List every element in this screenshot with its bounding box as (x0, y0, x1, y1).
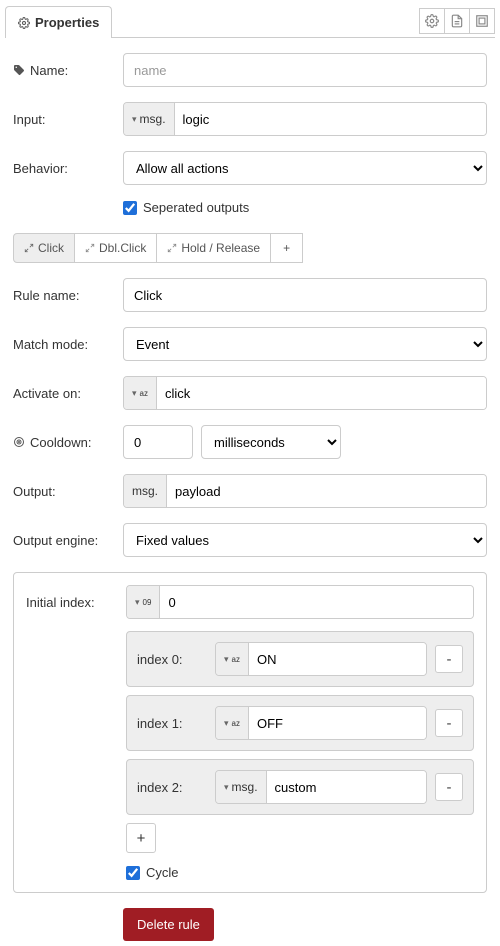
caret-down-icon: ▾ (224, 718, 229, 729)
string-type-icon: az (140, 389, 148, 398)
output-engine-select[interactable]: Fixed values (123, 523, 487, 557)
add-index-button[interactable]: + (126, 823, 156, 853)
behavior-label: Behavior: (13, 161, 123, 176)
input-value[interactable] (175, 103, 486, 135)
caret-down-icon: ▾ (132, 388, 137, 399)
string-type-icon: az (232, 719, 240, 728)
gear-icon (18, 17, 30, 29)
mode-tab-hold[interactable]: Hold / Release (156, 233, 271, 263)
initial-index-type-selector[interactable]: ▾ 09 (127, 586, 160, 618)
caret-down-icon: ▾ (135, 597, 140, 608)
expand-icon (167, 243, 177, 253)
settings-button[interactable] (419, 8, 445, 34)
input-type-selector[interactable]: ▾ msg. (124, 103, 175, 135)
remove-index-button[interactable]: - (435, 709, 463, 737)
output-label: Output: (13, 484, 123, 499)
index-type-selector[interactable]: ▾az (216, 707, 249, 739)
cooldown-unit-select[interactable]: milliseconds (201, 425, 341, 459)
cycle-checkbox[interactable] (126, 866, 140, 880)
index-value-input[interactable] (249, 643, 427, 675)
activate-on-value[interactable] (157, 377, 486, 409)
index-item: index 0: ▾az - (126, 631, 474, 687)
initial-index-value[interactable] (160, 586, 473, 618)
index-item-label: index 1: (137, 716, 207, 731)
expand-icon (24, 243, 34, 253)
rule-name-input[interactable] (123, 278, 487, 312)
layout-button[interactable] (469, 8, 495, 34)
index-value-input[interactable] (249, 707, 427, 739)
index-item: index 1: ▾az - (126, 695, 474, 751)
caret-down-icon: ▾ (132, 114, 137, 125)
delete-rule-button[interactable]: Delete rule (123, 908, 214, 941)
index-type-selector[interactable]: ▾az (216, 643, 249, 675)
caret-down-icon: ▾ (224, 782, 229, 793)
output-value[interactable] (167, 475, 486, 507)
cooldown-label: Cooldown: (13, 435, 123, 450)
input-label: Input: (13, 112, 123, 127)
number-type-icon: 09 (143, 598, 152, 607)
mode-tab-click[interactable]: Click (13, 233, 75, 263)
index-item-label: index 2: (137, 780, 207, 795)
mode-tabs: Click Dbl.Click Hold / Release + (13, 233, 487, 263)
string-type-icon: az (232, 655, 240, 664)
expand-icon (85, 243, 95, 253)
mode-tab-add[interactable]: + (270, 233, 303, 263)
remove-index-button[interactable]: - (435, 773, 463, 801)
cycle-label: Cycle (146, 865, 179, 880)
separated-outputs-checkbox[interactable] (123, 201, 137, 215)
caret-down-icon: ▾ (224, 654, 229, 665)
tab-properties[interactable]: Properties (5, 6, 112, 38)
index-item-label: index 0: (137, 652, 207, 667)
behavior-select[interactable]: Allow all actions (123, 151, 487, 185)
tab-properties-label: Properties (35, 15, 99, 30)
name-input[interactable] (123, 53, 487, 87)
separated-outputs-label: Seperated outputs (143, 200, 249, 215)
doc-button[interactable] (444, 8, 470, 34)
output-engine-label: Output engine: (13, 533, 123, 548)
index-value-input[interactable] (267, 771, 427, 803)
match-mode-select[interactable]: Event (123, 327, 487, 361)
tag-icon (13, 64, 25, 76)
rule-name-label: Rule name: (13, 288, 123, 303)
cooldown-value[interactable] (123, 425, 193, 459)
remove-index-button[interactable]: - (435, 645, 463, 673)
match-mode-label: Match mode: (13, 337, 123, 352)
initial-index-label: Initial index: (26, 595, 126, 610)
target-icon (13, 436, 25, 448)
name-label: Name: (13, 63, 123, 78)
index-item: index 2: ▾msg. - (126, 759, 474, 815)
activate-on-type-selector[interactable]: ▾ az (124, 377, 157, 409)
output-type-prefix: msg. (124, 475, 167, 507)
mode-tab-dblclick[interactable]: Dbl.Click (74, 233, 157, 263)
activate-on-label: Activate on: (13, 386, 123, 401)
index-type-selector[interactable]: ▾msg. (216, 771, 267, 803)
